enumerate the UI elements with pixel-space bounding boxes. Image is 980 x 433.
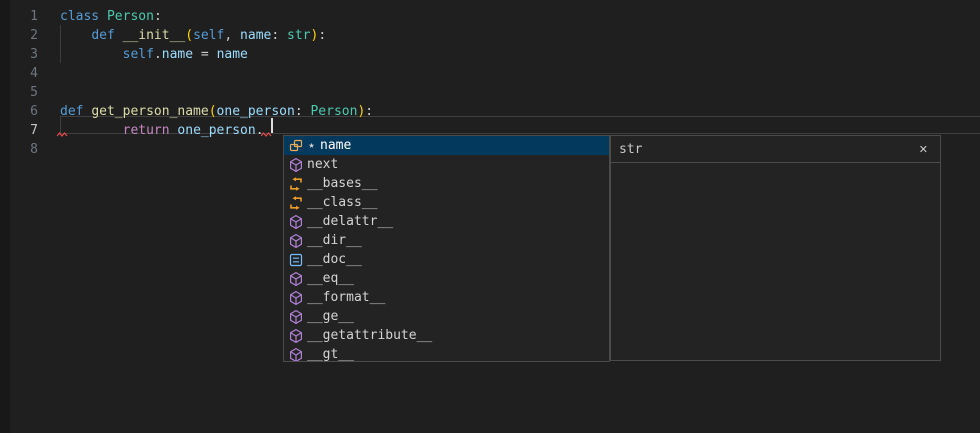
code-token: self: [123, 47, 154, 62]
method-icon: [288, 309, 304, 325]
code-token: ,: [224, 28, 240, 43]
method-icon: [288, 328, 304, 344]
suggestion-item[interactable]: __bases__: [284, 174, 609, 193]
suggestion-item[interactable]: __ge__: [284, 307, 609, 326]
method-icon: [288, 214, 304, 230]
suggestion-label: next: [307, 155, 338, 174]
error-squiggle: [57, 132, 69, 137]
code-token: name: [162, 47, 193, 62]
suggestion-item[interactable]: ★name: [284, 136, 609, 155]
code-line[interactable]: return one_person.: [60, 121, 264, 140]
code-token: one_person: [177, 123, 255, 138]
code-token: :: [154, 9, 162, 24]
suggestion-label: __getattribute__: [307, 326, 432, 345]
suggestion-label: __class__: [307, 193, 377, 212]
line-number[interactable]: 5: [0, 83, 38, 102]
code-token: :: [295, 104, 311, 119]
code-line[interactable]: class Person:: [60, 7, 162, 26]
code-line[interactable]: def __init__(self, name: str):: [60, 26, 326, 45]
method-icon: [288, 290, 304, 306]
code-token: [99, 9, 107, 24]
suggestion-label: name: [320, 136, 351, 155]
method-icon: [288, 347, 304, 363]
docs-panel-body: [611, 163, 940, 360]
code-editor[interactable]: 12345678 class Person: def __init__(self…: [0, 0, 980, 433]
suggestion-label: __doc__: [307, 250, 362, 269]
code-token: :: [365, 104, 373, 119]
code-token: __init__: [123, 28, 186, 43]
code-token: Person: [310, 104, 357, 119]
line-number[interactable]: 4: [0, 64, 38, 83]
code-token: .: [154, 47, 162, 62]
suggestion-item[interactable]: __getattribute__: [284, 326, 609, 345]
suggestion-label: __ge__: [307, 307, 354, 326]
suggestion-item[interactable]: __doc__: [284, 250, 609, 269]
docs-panel-title: str: [619, 140, 915, 159]
code-token: str: [287, 28, 310, 43]
code-token: [60, 123, 123, 138]
field-icon: [288, 138, 304, 154]
code-token: (: [209, 104, 217, 119]
suggestion-item[interactable]: __format__: [284, 288, 609, 307]
line-number[interactable]: 1: [0, 7, 38, 26]
suggestion-label: __bases__: [307, 174, 377, 193]
close-icon[interactable]: ✕: [915, 138, 932, 161]
code-token: [60, 28, 91, 43]
suggestion-item[interactable]: __class__: [284, 193, 609, 212]
doc-icon: [288, 252, 304, 268]
code-token: def: [60, 104, 83, 119]
line-number[interactable]: 8: [0, 140, 38, 159]
code-token: :: [271, 28, 287, 43]
code-token: [115, 28, 123, 43]
code-token: name: [240, 28, 271, 43]
code-token: [60, 47, 123, 62]
suggestion-label: __delattr__: [307, 212, 393, 231]
code-token: Person: [107, 9, 154, 24]
text-cursor: [271, 118, 273, 133]
line-number[interactable]: 6: [0, 102, 38, 121]
autocomplete-dropdown[interactable]: ★name next __bases__ __class__ __delattr…: [283, 135, 610, 362]
code-token: :: [318, 28, 326, 43]
suggestion-item[interactable]: __eq__: [284, 269, 609, 288]
line-number[interactable]: 2: [0, 26, 38, 45]
line-number[interactable]: 3: [0, 45, 38, 64]
code-line[interactable]: self.name = name: [60, 45, 248, 64]
line-number[interactable]: 7: [0, 121, 38, 140]
method-icon: [288, 233, 304, 249]
code-token: name: [217, 47, 248, 62]
code-token: =: [193, 47, 216, 62]
method-icon: [288, 271, 304, 287]
code-token: one_person: [217, 104, 295, 119]
code-token: (: [185, 28, 193, 43]
suggestion-label: __dir__: [307, 231, 362, 250]
suggestion-label: __gt__: [307, 345, 354, 362]
method-icon: [288, 157, 304, 173]
suggestion-item[interactable]: __delattr__: [284, 212, 609, 231]
star-icon: ★: [305, 136, 318, 155]
suggestion-item[interactable]: __gt__: [284, 345, 609, 362]
suggestion-docs-panel: str ✕: [610, 135, 941, 361]
suggestion-label: __format__: [307, 288, 385, 307]
code-line[interactable]: def get_person_name(one_person: Person):: [60, 102, 373, 121]
class-icon: [288, 195, 304, 211]
class-icon: [288, 176, 304, 192]
suggestion-item[interactable]: next: [284, 155, 609, 174]
suggestion-label: __eq__: [307, 269, 354, 288]
code-token: self: [193, 28, 224, 43]
code-token: get_person_name: [91, 104, 208, 119]
suggestion-item[interactable]: __dir__: [284, 231, 609, 250]
code-token: def: [91, 28, 114, 43]
code-token: class: [60, 9, 99, 24]
docs-panel-header: str ✕: [611, 136, 940, 163]
code-token: return: [123, 123, 170, 138]
